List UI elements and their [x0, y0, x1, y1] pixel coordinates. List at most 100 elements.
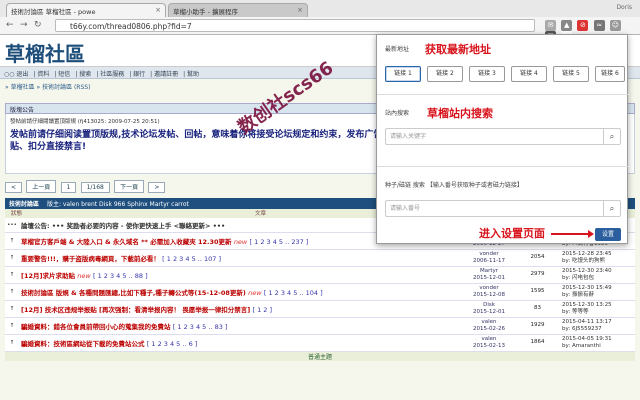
- table-row[interactable]: ↑ [12月]求片求助贴 new [ 1 2 3 4 5 .. 88 ] Marty…: [5, 266, 635, 284]
- keyword-search-input[interactable]: [386, 129, 596, 144]
- link-button-1[interactable]: 链接 1: [385, 66, 421, 82]
- row-title-cell: 騙婚資料：技術區網站從下載的免費站公式 [ 1 2 3 4 5 .. 6 ]: [19, 334, 463, 352]
- thread-title[interactable]: 騙婚資料：錯各位會員前帶回小心的蒐集我的免費站: [21, 323, 171, 331]
- thread-pages[interactable]: [ 1 2 3 4 5 .. 83 ]: [173, 323, 228, 331]
- person-icon[interactable]: ☺: [609, 20, 621, 31]
- tab-forum[interactable]: 技術討論區 草榴社區 - powe ×: [6, 3, 166, 17]
- forward-icon[interactable]: →: [20, 20, 28, 30]
- list-moderators: 版主: valen brent Disk 966 Sphinx Martyr c…: [46, 201, 189, 208]
- wave-icon[interactable]: ≈: [593, 20, 605, 31]
- thread-pages[interactable]: [ 1 2 ]: [252, 306, 272, 314]
- tab-label: 草榴小助手 - 擴展程序: [173, 8, 238, 16]
- table-row[interactable]: ↑ 技術討論區 版規 & 各種問題匯總,比如下種子,種子轉公式等(15-12-08…: [5, 283, 635, 301]
- last-post-time[interactable]: 2015-12-28 23:45: [562, 251, 633, 258]
- thread-pages[interactable]: [ 1 2 3 4 5 .. 104 ]: [264, 289, 323, 297]
- link-button-5[interactable]: 链接 5: [553, 66, 589, 82]
- last-post-time[interactable]: 2015-12-30 23:40: [562, 268, 633, 275]
- thread-pages[interactable]: [ 1 2 3 4 5 .. 88 ]: [93, 272, 148, 280]
- thread-title[interactable]: 騙婚資料：技術區網站從下載的免費站公式: [21, 340, 145, 348]
- thread-author[interactable]: Martyr: [465, 268, 513, 275]
- row-status: ↑: [5, 249, 19, 267]
- thread-author[interactable]: vonder: [465, 285, 513, 292]
- last-post-time[interactable]: 2015-12-30 13:25: [562, 302, 633, 309]
- nav-item[interactable]: 搜索: [79, 71, 91, 78]
- last-post-time[interactable]: 2015-12-30 15:49: [562, 285, 633, 292]
- thread-author[interactable]: vonder: [465, 251, 513, 258]
- link-button-2[interactable]: 链接 2: [427, 66, 463, 82]
- new-badge: new: [248, 288, 262, 297]
- nav-item[interactable]: 資料: [37, 71, 49, 78]
- thread-author[interactable]: valen: [465, 336, 513, 343]
- row-last-cell: 2015-04-05 19:31 by: Amaranthi: [560, 334, 635, 352]
- table-row[interactable]: ↑ 騙婚資料：技術區網站從下載的免費站公式 [ 1 2 3 4 5 .. 6 ] v…: [5, 334, 635, 352]
- row-last-cell: 2015-12-30 15:49 by: 振振有辭: [560, 283, 635, 301]
- last-post-time[interactable]: 2015-04-05 19:31: [562, 336, 633, 343]
- close-icon[interactable]: ×: [297, 6, 303, 14]
- block-icon[interactable]: ⊘: [577, 20, 589, 31]
- thread-title[interactable]: [12月] 技术区违规举报贴 [再次强制：看清举报内容！ 畏愿举报一律扣分禁言]: [21, 306, 250, 314]
- thread-title[interactable]: 重要警告!!!，購于盗版病毒網頁，下載前必看！: [21, 255, 160, 263]
- nav-item[interactable]: 幫助: [187, 71, 199, 78]
- hat-icon[interactable]: ▲: [561, 20, 573, 31]
- row-author-cell: vonder 2015-12-08: [463, 283, 515, 301]
- thread-replies: 1595: [515, 283, 560, 301]
- thread-replies: 83: [515, 300, 560, 318]
- nav-item[interactable]: 社區服務: [100, 71, 124, 78]
- thread-pages[interactable]: [ 1 2 3 4 5 .. 107 ]: [162, 255, 221, 263]
- table-row[interactable]: ↑ [12月] 技术区违规举报贴 [再次强制：看清举报内容！ 畏愿举报一律扣分禁言…: [5, 300, 635, 318]
- site-logo[interactable]: 草榴社區: [5, 38, 85, 67]
- settings-button[interactable]: 设置: [595, 228, 621, 241]
- table-row[interactable]: ↑ 重要警告!!!，購于盗版病毒網頁，下載前必看！ [ 1 2 3 4 5 .. …: [5, 249, 635, 267]
- thread-author[interactable]: Disk: [465, 302, 513, 309]
- list-title: 技術討論區: [9, 201, 40, 208]
- thread-title[interactable]: 技術討論區 版規 & 各種問題匯總,比如下種子,種子轉公式等(15-12-08更…: [21, 289, 246, 297]
- col-title: 文章: [255, 211, 267, 217]
- extension-popup: 最新地址 获取最新地址 链接 1 链接 2 链接 3 链接 4 链接 5 链接 …: [376, 34, 629, 244]
- row-status: ↑: [5, 232, 19, 250]
- toolbar: ← → ↻ t66y.com/thread0806.php?fid=7 ✉ ▲ …: [0, 17, 640, 42]
- nav-item[interactable]: 短信: [58, 71, 70, 78]
- thread-pages[interactable]: [ 1 2 3 4 5 .. 237 ]: [250, 238, 309, 246]
- close-icon[interactable]: ×: [155, 6, 161, 14]
- seed-search-input[interactable]: [386, 201, 596, 216]
- nav-item[interactable]: ○○ 退出: [4, 71, 28, 78]
- reload-icon[interactable]: ↻: [34, 20, 42, 30]
- nav-item[interactable]: 邀請註冊: [154, 71, 178, 78]
- section-label: 普通主題: [5, 351, 635, 361]
- thread-title[interactable]: 論壇公告: ••• 奖励者必要的内容 - 使你更快速上手 <聯絡更新> •••: [21, 222, 225, 230]
- tab-label: 技術討論區 草榴社區 - powe: [11, 8, 96, 16]
- mail-icon[interactable]: ✉: [545, 20, 556, 31]
- thread-replies: 2054: [515, 249, 560, 267]
- thread-title[interactable]: [12月]求片求助贴: [21, 272, 75, 280]
- table-row[interactable]: ↑ 騙婚資料：錯各位會員前帶回小心的蒐集我的免費站 [ 1 2 3 4 5 .. …: [5, 317, 635, 335]
- thread-date: 2015-12-01: [473, 274, 505, 281]
- last-post-by: by: 6J5559237: [562, 325, 602, 332]
- search-annotation: 草榴站内搜索: [427, 107, 493, 120]
- link-button-6[interactable]: 链接 6: [595, 66, 625, 82]
- thread-pages[interactable]: [ 1 2 3 4 5 .. 6 ]: [147, 340, 198, 348]
- address-bar[interactable]: t66y.com/thread0806.php?fid=7: [55, 19, 535, 32]
- thread-author[interactable]: valen: [465, 319, 513, 326]
- row-title-cell: 技術討論區 版規 & 各種問題匯總,比如下種子,種子轉公式等(15-12-08更…: [19, 283, 463, 301]
- tab-extension[interactable]: 草榴小助手 - 擴展程序 ×: [168, 3, 308, 17]
- search-icon[interactable]: ⌕: [603, 129, 620, 144]
- row-author-cell: vonder 2006-11-17: [463, 249, 515, 267]
- profile-name[interactable]: Doris: [616, 4, 632, 11]
- row-author-cell: valen 2015-02-26: [463, 317, 515, 335]
- new-badge: new: [233, 237, 248, 246]
- search-icon[interactable]: ⌕: [603, 201, 620, 216]
- thread-replies: 1864: [515, 334, 560, 352]
- pager-first[interactable]: <: [5, 182, 23, 193]
- back-icon[interactable]: ←: [6, 20, 14, 30]
- last-post-time[interactable]: 2015-04-11 13:17: [562, 319, 633, 326]
- link-button-3[interactable]: 链接 3: [469, 66, 505, 82]
- pager-last[interactable]: >: [148, 182, 166, 193]
- nav-item[interactable]: 銀行: [133, 71, 145, 78]
- divider: [377, 94, 629, 95]
- pager-next[interactable]: 下一頁: [114, 180, 145, 193]
- thread-title[interactable]: 草榴官方客戶端 & 大陸入口 & 永久域名 ** 必需加入收藏夾 12.30更新: [21, 238, 232, 246]
- link-button-4[interactable]: 链接 4: [511, 66, 547, 82]
- browser-chrome: 技術討論區 草榴社區 - powe × 草榴小助手 - 擴展程序 × Doris…: [0, 0, 640, 42]
- pager-prev[interactable]: 上一頁: [26, 180, 57, 193]
- pager-page[interactable]: 1: [60, 182, 77, 193]
